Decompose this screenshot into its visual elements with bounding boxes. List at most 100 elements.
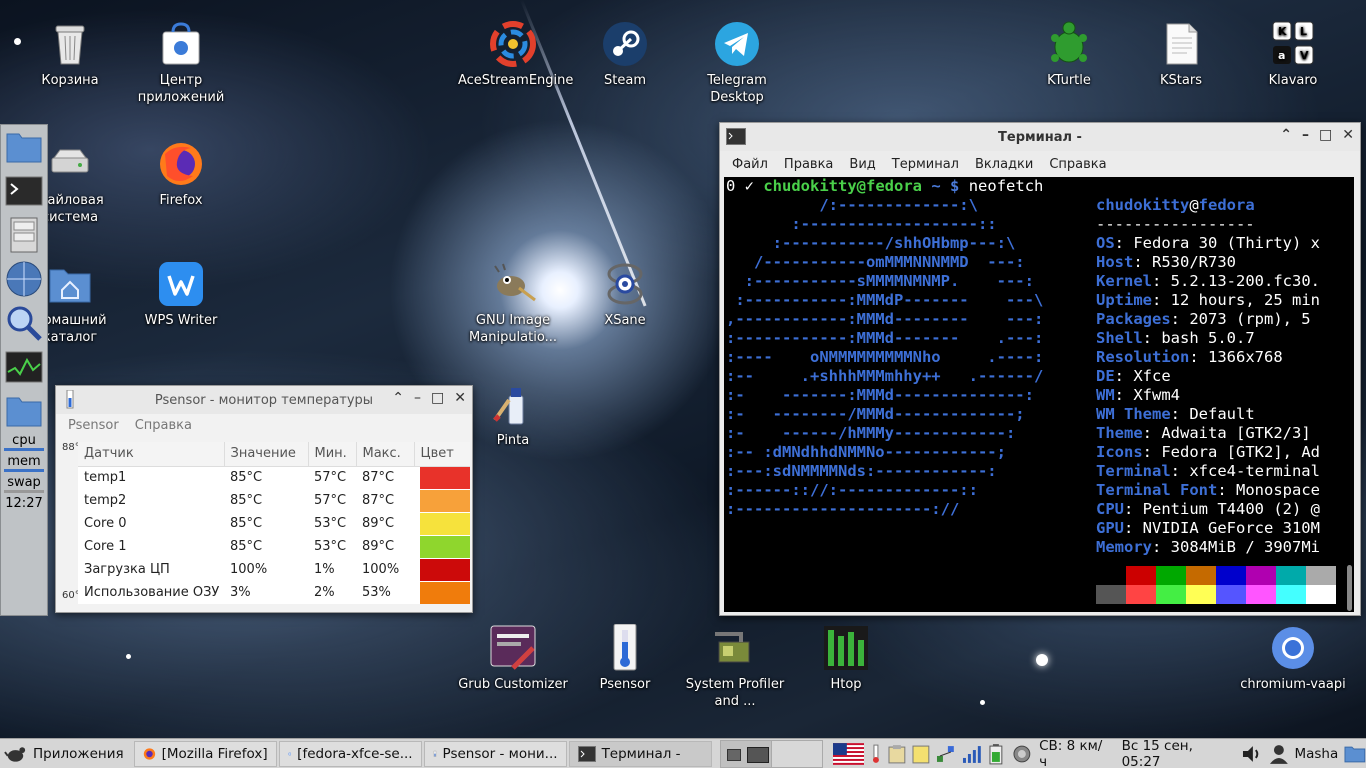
info-key: Terminal Font: [1096, 481, 1218, 499]
launcher-web-browser[interactable]: [1, 257, 47, 301]
signal-strength-icon[interactable]: [962, 744, 982, 764]
menu-file[interactable]: Файл: [724, 157, 776, 172]
close-icon[interactable]: ✕: [1342, 127, 1354, 143]
psensor-window-title: Psensor - монитор температуры: [154, 392, 374, 408]
terminal-titlebar[interactable]: Терминал - ⌃ – □ ✕: [720, 123, 1360, 151]
menu-terminal[interactable]: Терминал: [884, 157, 967, 172]
sensor-color-swatch[interactable]: [420, 489, 470, 512]
task-psensor[interactable]: Psensor - мони...: [423, 740, 567, 767]
desktop-icon-kturtle[interactable]: KTurtle: [1014, 20, 1124, 89]
psensor-titlebar[interactable]: Psensor - монитор температуры ⌃ – □ ✕: [56, 386, 472, 414]
maximize-up-icon[interactable]: ⌃: [1280, 127, 1292, 143]
volume-icon[interactable]: [1241, 744, 1263, 764]
desktop-icon-xsane[interactable]: XSane: [570, 260, 680, 329]
task-chromium[interactable]: [fedora-xfce-se...: [278, 740, 422, 767]
task-terminal[interactable]: Терминал -: [568, 740, 712, 767]
sensor-color-swatch[interactable]: [420, 466, 470, 489]
task-firefox[interactable]: [Mozilla Firefox]: [133, 740, 277, 767]
minimize-icon[interactable]: –: [1302, 127, 1309, 143]
menu-tabs[interactable]: Вкладки: [967, 157, 1041, 172]
info-key: Packages: [1096, 310, 1171, 328]
desktop-icon-grub-customizer[interactable]: Grub Customizer: [458, 624, 568, 693]
desktop-icon-acestream[interactable]: AceStreamEngine: [458, 20, 573, 89]
launcher-folder[interactable]: [1, 389, 47, 433]
task-label: [Mozilla Firefox]: [161, 745, 268, 762]
user-icon[interactable]: [1269, 744, 1289, 764]
launcher-search[interactable]: [1, 301, 47, 345]
sensor-row[interactable]: Core 0 85°C 53°C 89°C: [78, 512, 470, 535]
workspace-switcher[interactable]: [719, 739, 823, 768]
column-sensor[interactable]: Датчик: [78, 442, 225, 467]
column-min[interactable]: Мин.: [308, 442, 357, 467]
desktop-icon-system-profiler[interactable]: System Profiler and ...: [680, 624, 790, 710]
thermometer-icon[interactable]: [870, 744, 882, 764]
sensor-row[interactable]: temp1 85°C 57°C 87°C: [78, 466, 470, 489]
wind-readout[interactable]: СВ: 8 км/ч: [1039, 738, 1110, 768]
weather-icon[interactable]: [1011, 744, 1033, 764]
desktop-icon-software-center[interactable]: Центр приложений: [126, 20, 236, 106]
launcher-files[interactable]: [1, 125, 47, 169]
desktop-icon-gimp[interactable]: GNU Image Manipulatio...: [458, 260, 568, 346]
maximize-up-icon[interactable]: ⌃: [392, 390, 404, 406]
sensor-color-swatch[interactable]: [420, 535, 470, 558]
sensor-value-cell: 3%: [230, 585, 251, 600]
keyboard-layout-flag-icon[interactable]: [832, 742, 865, 765]
menu-help[interactable]: Справка: [127, 418, 200, 433]
network-icon[interactable]: [936, 744, 956, 764]
palette-swatch: [1126, 566, 1156, 585]
clipboard-icon[interactable]: [888, 744, 906, 764]
desktop-icon-chromium[interactable]: chromium-vaapi: [1238, 624, 1348, 693]
battery-icon[interactable]: [987, 743, 1005, 765]
desktop-icon-wps-writer[interactable]: WPS Writer: [126, 260, 236, 329]
maximize-icon[interactable]: □: [1319, 127, 1332, 143]
info-row: Packages: 2073 (rpm), 5: [1096, 310, 1320, 329]
sensor-color-swatch[interactable]: [420, 581, 470, 604]
desktop-icon-klavaro[interactable]: KLa V Klavaro: [1238, 20, 1348, 89]
terminal-scrollbar[interactable]: [1347, 565, 1352, 611]
maximize-icon[interactable]: □: [431, 390, 444, 406]
applications-menu-button[interactable]: Приложения: [0, 741, 132, 767]
menu-view[interactable]: Вид: [841, 157, 883, 172]
terminal-output[interactable]: 0 ✓ chudokitty@fedora ~ $ neofetch /:---…: [724, 177, 1354, 612]
sensor-color-swatch[interactable]: [420, 512, 470, 535]
launcher-terminal[interactable]: [1, 169, 47, 213]
desktop-icon-telegram[interactable]: Telegram Desktop: [682, 20, 792, 106]
panel-clock[interactable]: 12:27: [1, 496, 47, 511]
taskbar-clock[interactable]: Вс 15 сен, 05:27: [1122, 738, 1235, 768]
system-monitor-icon: [5, 351, 43, 383]
notes-icon[interactable]: [912, 744, 930, 764]
sensor-row[interactable]: temp2 85°C 57°C 87°C: [78, 489, 470, 512]
desktop-icon-kstars[interactable]: KStars: [1126, 20, 1236, 89]
user-name[interactable]: Masha: [1294, 746, 1338, 762]
desktop-icon-firefox[interactable]: Firefox: [126, 140, 236, 209]
minimize-icon[interactable]: –: [414, 390, 421, 406]
desktop-icon-pinta[interactable]: Pinta: [458, 380, 568, 449]
sensor-row[interactable]: Core 1 85°C 53°C 89°C: [78, 535, 470, 558]
info-key: CPU: [1096, 500, 1124, 518]
info-user: chudokitty: [1096, 196, 1190, 214]
sensor-row[interactable]: Загрузка ЦП 100% 1% 100%: [78, 558, 470, 581]
column-color[interactable]: Цвет: [414, 442, 470, 467]
logo-line: :-- :dMNdhhdNMMNo------------;: [726, 443, 1006, 461]
palette-swatch: [1156, 585, 1186, 604]
menu-psensor[interactable]: Psensor: [60, 418, 127, 433]
column-value[interactable]: Значение: [224, 442, 309, 467]
sensor-color-swatch[interactable]: [420, 558, 470, 581]
workspace-2[interactable]: [771, 740, 822, 767]
sensor-row[interactable]: Использование ОЗУ 3% 2% 53%: [78, 581, 470, 604]
desktop-icon-htop[interactable]: Htop: [791, 624, 901, 693]
menu-edit[interactable]: Правка: [776, 157, 841, 172]
info-colon: :: [1170, 462, 1190, 480]
workspace-1[interactable]: [720, 740, 772, 767]
menu-help[interactable]: Справка: [1041, 157, 1114, 172]
prompt-status: 0 ✓: [726, 177, 754, 195]
launcher-file-cabinet[interactable]: [1, 213, 47, 257]
info-key: Memory: [1096, 538, 1152, 556]
show-desktop-icon[interactable]: [1344, 744, 1366, 764]
desktop-icon-steam[interactable]: Steam: [570, 20, 680, 89]
desktop-icon-psensor[interactable]: Psensor: [570, 623, 680, 693]
launcher-system-monitor[interactable]: [1, 345, 47, 389]
column-max[interactable]: Макс.: [356, 442, 415, 467]
desktop-icon-trash[interactable]: Корзина: [15, 20, 125, 89]
close-icon[interactable]: ✕: [454, 390, 466, 406]
